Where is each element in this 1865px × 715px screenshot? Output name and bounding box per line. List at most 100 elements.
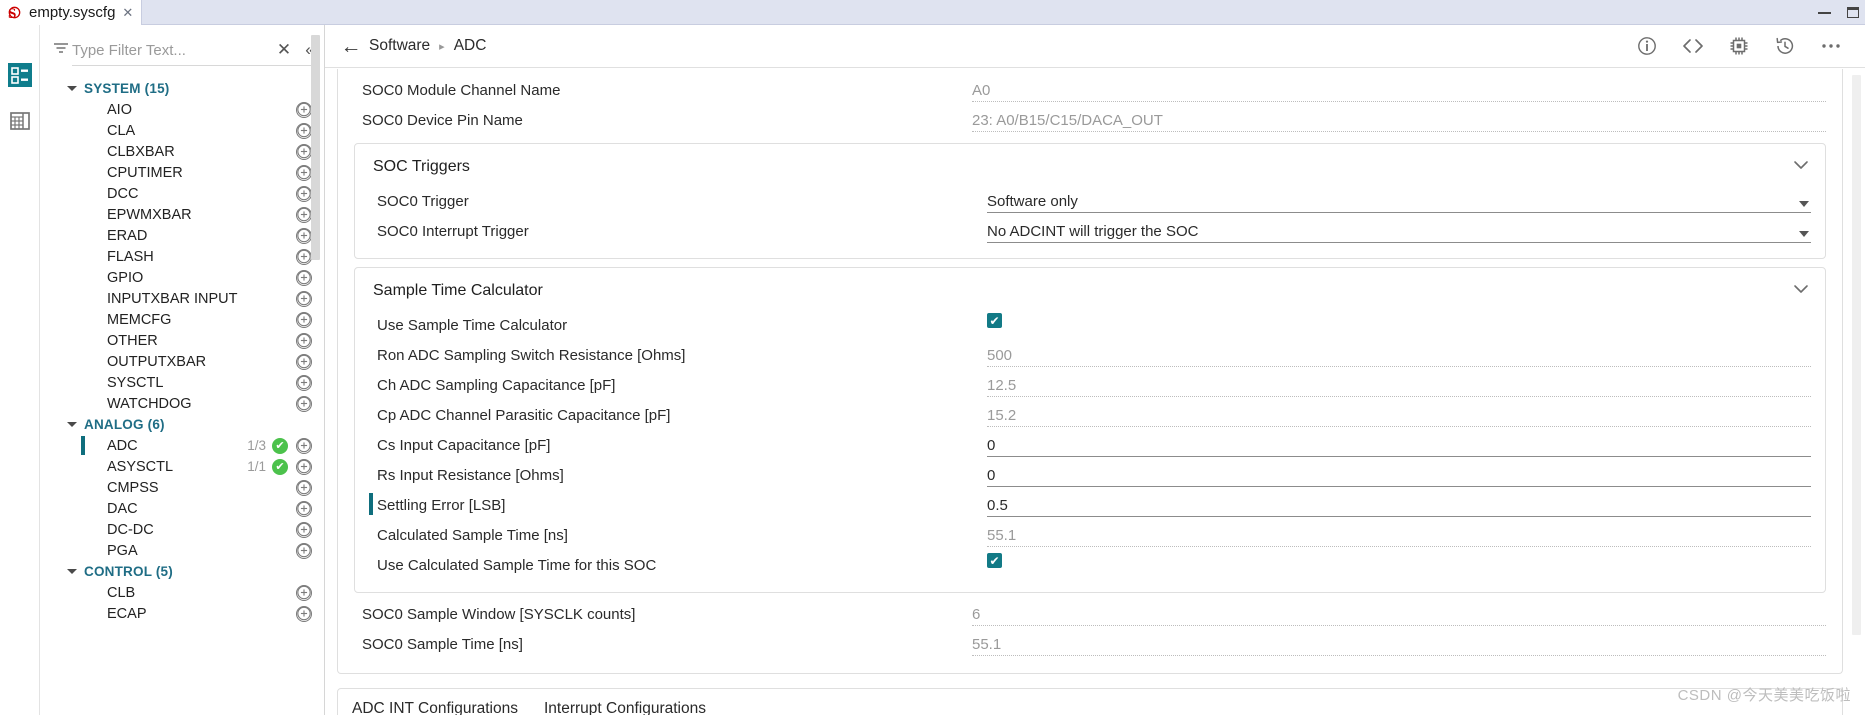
- sidebar-item-erad[interactable]: ERAD: [40, 225, 324, 246]
- structure-view-icon[interactable]: [7, 63, 32, 87]
- setting-label: SOC0 Sample Window [SYSCLK counts]: [362, 605, 636, 623]
- sidebar-item-aio[interactable]: AIO: [40, 99, 324, 120]
- add-circle-icon[interactable]: [296, 542, 312, 559]
- sidebar-item-sysctl[interactable]: SYSCTL: [40, 372, 324, 393]
- info-icon[interactable]: [1635, 34, 1659, 58]
- sidebar-item-outputxbar[interactable]: OUTPUTXBAR: [40, 351, 324, 372]
- sidebar-item-dc-dc[interactable]: DC-DC: [40, 519, 324, 540]
- chevron-down-icon[interactable]: [1799, 231, 1809, 237]
- sidebar-item-pga[interactable]: PGA: [40, 540, 324, 561]
- add-circle-icon[interactable]: [296, 122, 312, 139]
- syscfg-file-icon: S: [8, 5, 22, 22]
- add-circle-icon[interactable]: [296, 332, 312, 349]
- add-circle-icon[interactable]: [296, 164, 312, 181]
- breadcrumb-item-software[interactable]: Software: [367, 37, 432, 55]
- setting-input[interactable]: 0: [987, 433, 1811, 457]
- add-circle-icon[interactable]: [296, 185, 312, 202]
- filter-icon[interactable]: [50, 41, 72, 60]
- setting-input[interactable]: 0: [987, 463, 1811, 487]
- add-circle-icon[interactable]: [296, 437, 312, 454]
- sidebar-item-cputimer[interactable]: CPUTIMER: [40, 162, 324, 183]
- add-circle-icon[interactable]: [296, 206, 312, 223]
- sidebar-item-label: CMPSS: [107, 479, 159, 496]
- sidebar-item-gpio[interactable]: GPIO: [40, 267, 324, 288]
- add-circle-icon[interactable]: [296, 143, 312, 160]
- back-arrow-icon[interactable]: ←: [335, 36, 367, 57]
- setting-row: SOC0 Trigger Software only: [369, 186, 1811, 216]
- filter-input[interactable]: [72, 41, 271, 59]
- sidebar-item-label: OTHER: [107, 332, 158, 349]
- chevron-down-icon[interactable]: [1799, 201, 1809, 207]
- code-icon[interactable]: [1681, 34, 1705, 58]
- add-circle-icon[interactable]: [296, 395, 312, 412]
- sidebar-scrollbar-thumb[interactable]: [311, 35, 320, 260]
- add-circle-icon[interactable]: [296, 500, 312, 517]
- device-chip-icon[interactable]: [1727, 34, 1751, 58]
- breadcrumb-item-adc[interactable]: ADC: [452, 37, 489, 55]
- more-options-icon[interactable]: [1819, 34, 1843, 58]
- sidebar-item-other[interactable]: OTHER: [40, 330, 324, 351]
- add-circle-icon[interactable]: [296, 227, 312, 244]
- add-circle-icon[interactable]: [296, 458, 312, 475]
- add-circle-icon[interactable]: [296, 248, 312, 265]
- setting-input[interactable]: 0.5: [987, 493, 1811, 517]
- setting-label: Ron ADC Sampling Switch Resistance [Ohms…: [377, 346, 686, 364]
- sidebar-item-watchdog[interactable]: WATCHDOG: [40, 393, 324, 414]
- sidebar-item-adc[interactable]: ADC 1/3 ✔: [40, 435, 324, 456]
- caret-down-icon[interactable]: [67, 422, 77, 427]
- chevron-down-icon[interactable]: [1793, 282, 1809, 297]
- sidebar-item-cla[interactable]: CLA: [40, 120, 324, 141]
- maximize-button[interactable]: [1847, 7, 1859, 18]
- sidebar-item-dac[interactable]: DAC: [40, 498, 324, 519]
- setting-row: Use Sample Time Calculator ✔: [369, 310, 1811, 340]
- sidebar-item-label: MEMCFG: [107, 311, 172, 328]
- caret-down-icon[interactable]: [67, 569, 77, 574]
- add-circle-icon[interactable]: [296, 353, 312, 370]
- sidebar-item-clb[interactable]: CLB: [40, 582, 324, 603]
- sidebar-item-memcfg[interactable]: MEMCFG: [40, 309, 324, 330]
- sidebar-item-cmpss[interactable]: CMPSS: [40, 477, 324, 498]
- field-underline: [987, 242, 1811, 243]
- sidebar-item-asysctl[interactable]: ASYSCTL 1/1 ✔: [40, 456, 324, 477]
- sidebar-item-ecap[interactable]: ECAP: [40, 603, 324, 624]
- tree-group-label: ANALOG (6): [84, 417, 165, 432]
- add-circle-icon[interactable]: [296, 479, 312, 496]
- minimize-button[interactable]: [1818, 11, 1831, 14]
- checkbox[interactable]: ✔: [987, 553, 1002, 568]
- caret-down-icon[interactable]: [67, 86, 77, 91]
- add-circle-icon[interactable]: [296, 521, 312, 538]
- add-circle-icon[interactable]: [296, 101, 312, 118]
- setting-readonly-value: A0: [972, 78, 1826, 102]
- add-circle-icon[interactable]: [296, 605, 312, 622]
- add-circle-icon[interactable]: [296, 374, 312, 391]
- add-circle-icon[interactable]: [296, 269, 312, 286]
- editor-tab-empty-syscfg[interactable]: S empty.syscfg ✕: [0, 0, 143, 25]
- settings-content: SOC0 Module Channel Name A0 SOC0 Device Pi…: [325, 69, 1865, 715]
- history-revert-icon[interactable]: [1773, 34, 1797, 58]
- tree-group-analog[interactable]: ANALOG (6): [40, 414, 324, 435]
- checkbox[interactable]: ✔: [987, 313, 1002, 328]
- clear-filter-icon[interactable]: ✕: [271, 40, 297, 60]
- table-view-icon[interactable]: [8, 109, 32, 133]
- sidebar-item-dcc[interactable]: DCC: [40, 183, 324, 204]
- main-scrollbar[interactable]: [1852, 75, 1861, 635]
- setting-select[interactable]: Software only: [987, 189, 1811, 213]
- add-circle-icon[interactable]: [296, 290, 312, 307]
- tab-adc-int-configurations[interactable]: ADC INT Configurations: [352, 700, 518, 715]
- sidebar-item-flash[interactable]: FLASH: [40, 246, 324, 267]
- sidebar-item-inputxbar-input[interactable]: INPUTXBAR INPUT: [40, 288, 324, 309]
- tree-group-control[interactable]: CONTROL (5): [40, 561, 324, 582]
- add-circle-icon[interactable]: [296, 584, 312, 601]
- tab-interrupt-configurations[interactable]: Interrupt Configurations: [544, 700, 706, 715]
- setting-select[interactable]: No ADCINT will trigger the SOC: [987, 219, 1811, 243]
- close-icon[interactable]: ✕: [122, 6, 133, 19]
- chevron-down-icon[interactable]: [1793, 158, 1809, 173]
- sidebar-item-count: 1/3: [247, 438, 266, 453]
- add-circle-icon[interactable]: [296, 311, 312, 328]
- setting-label: Calculated Sample Time [ns]: [377, 526, 568, 544]
- filter-underline: [72, 65, 314, 66]
- sidebar-item-epwmxbar[interactable]: EPWMXBAR: [40, 204, 324, 225]
- sidebar-item-label: FLASH: [107, 248, 154, 265]
- tree-group-system[interactable]: SYSTEM (15): [40, 78, 324, 99]
- sidebar-item-clbxbar[interactable]: CLBXBAR: [40, 141, 324, 162]
